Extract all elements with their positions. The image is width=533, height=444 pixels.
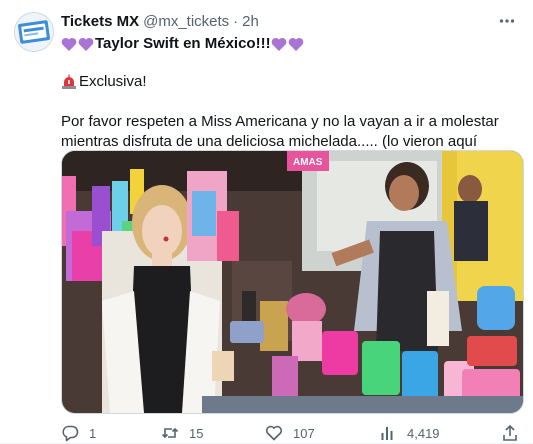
share-icon xyxy=(503,424,517,441)
reply-button[interactable]: 1 xyxy=(61,424,96,442)
heart-icon xyxy=(265,425,283,441)
tweet-timestamp[interactable]: 2h xyxy=(242,13,259,30)
tweet-image[interactable]: AMAS xyxy=(61,150,524,414)
author-name[interactable]: Tickets MX xyxy=(61,13,139,30)
exclusive-line: Exclusiva! xyxy=(61,72,521,92)
retweet-count: 15 xyxy=(189,425,204,441)
siren-icon xyxy=(62,74,76,89)
author-handle[interactable]: @mx_tickets xyxy=(143,13,229,30)
tweet-header: Tickets MX @mx_tickets · 2h xyxy=(61,11,519,31)
reply-icon xyxy=(62,425,79,442)
views-count: 4,419 xyxy=(407,425,440,441)
tweet-title: Taylor Swift en México!!! xyxy=(95,35,271,52)
views-icon xyxy=(381,427,393,440)
tweet-card[interactable]: Tickets MX @mx_tickets · 2h Taylor Swift… xyxy=(0,0,533,444)
exclusive-label: Exclusiva! xyxy=(79,73,147,90)
views-button[interactable]: 4,419 xyxy=(379,424,440,442)
separator-dot: · xyxy=(233,12,239,30)
retweet-button[interactable]: 15 xyxy=(161,424,203,442)
retweet-icon xyxy=(161,427,179,439)
ticket-logo-icon xyxy=(15,13,53,51)
author-avatar[interactable] xyxy=(14,12,54,52)
reply-count: 1 xyxy=(89,425,97,441)
purple-heart-icon xyxy=(288,37,303,51)
purple-heart-icon xyxy=(271,37,286,51)
purple-heart-icon xyxy=(61,37,77,51)
tweet-title-line: Taylor Swift en México!!! xyxy=(61,34,521,54)
sign-text: AMAS xyxy=(293,157,323,168)
street-stall-photo: AMAS xyxy=(62,151,523,413)
purple-heart-icon xyxy=(78,37,94,51)
like-count: 107 xyxy=(293,425,315,441)
tweet-actions: 1 15 107 4,419 xyxy=(61,424,521,442)
more-icon xyxy=(499,19,515,23)
like-button[interactable]: 107 xyxy=(265,424,315,442)
share-button[interactable] xyxy=(501,424,529,442)
more-options-button[interactable] xyxy=(495,11,519,31)
